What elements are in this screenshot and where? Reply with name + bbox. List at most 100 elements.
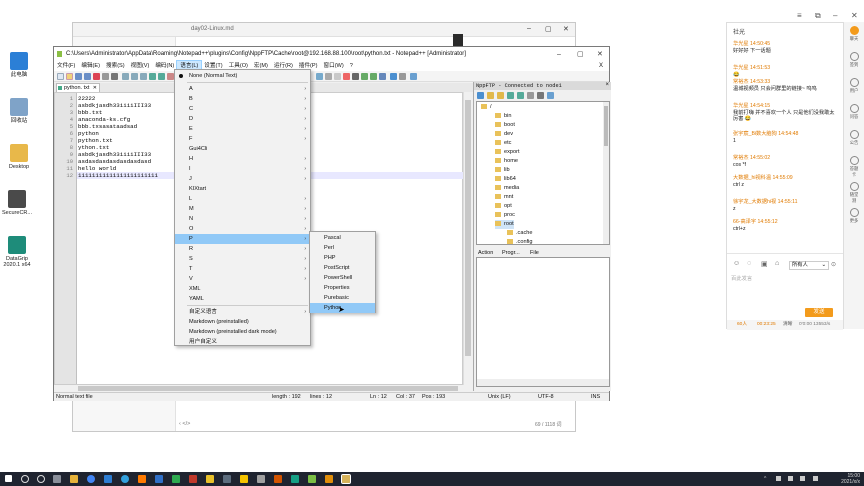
notepadpp-icon[interactable] bbox=[308, 475, 316, 483]
undo-icon[interactable] bbox=[149, 73, 156, 80]
p-submenu-item[interactable]: PowerShell bbox=[310, 273, 375, 283]
scroll-thumb[interactable] bbox=[78, 386, 458, 391]
datagrip-icon[interactable] bbox=[291, 475, 299, 483]
app-icon[interactable] bbox=[223, 475, 231, 483]
classroom-app-icon[interactable] bbox=[341, 474, 351, 484]
editor-horizontal-scrollbar[interactable] bbox=[54, 385, 473, 392]
maximize-icon[interactable]: ▢ bbox=[545, 25, 552, 33]
scroll-thumb[interactable] bbox=[604, 106, 608, 146]
language-menu-item[interactable]: XML bbox=[175, 284, 310, 294]
tree-item[interactable]: / bbox=[481, 103, 492, 112]
p-submenu-item[interactable]: PostScript bbox=[310, 263, 375, 273]
tree-item[interactable]: proc bbox=[495, 211, 515, 220]
tree-item[interactable]: boot bbox=[495, 121, 515, 130]
tree-item[interactable]: export bbox=[495, 148, 520, 157]
app-icon[interactable] bbox=[138, 475, 146, 483]
nppftp-toolbar-icon[interactable] bbox=[390, 73, 397, 80]
all-chars-icon[interactable] bbox=[325, 73, 332, 80]
tree-item[interactable]: .cache bbox=[507, 229, 532, 238]
queue-col-progress[interactable]: Progr... bbox=[502, 249, 520, 257]
language-menu-item[interactable]: H › bbox=[175, 154, 310, 164]
close-icon[interactable]: ✕ bbox=[563, 25, 569, 33]
menu-edit[interactable]: 编辑(E) bbox=[78, 61, 103, 71]
chrome-icon[interactable] bbox=[87, 475, 95, 483]
chat-input[interactable]: 百此发言 bbox=[731, 274, 839, 304]
language-menu-item[interactable]: Gui4Cli bbox=[175, 144, 310, 154]
queue-col-file[interactable]: File bbox=[530, 249, 539, 257]
copy-icon[interactable] bbox=[131, 73, 138, 80]
language-menu-item[interactable]: Markdown (preinstalled dark mode) bbox=[175, 327, 310, 337]
language-menu-item[interactable]: E › bbox=[175, 124, 310, 134]
more-options-icon[interactable]: ⊙ bbox=[831, 261, 836, 268]
menu-view[interactable]: 视图(V) bbox=[128, 61, 153, 71]
p-submenu-item[interactable]: PHP bbox=[310, 253, 375, 263]
language-menu-item[interactable]: J › bbox=[175, 174, 310, 184]
language-menu-item[interactable]: D › bbox=[175, 114, 310, 124]
speech-icon[interactable]: ◌ bbox=[747, 260, 751, 267]
language-menu-item[interactable]: 自定义语言 › bbox=[175, 307, 310, 317]
rail-item[interactable]: 公告 bbox=[848, 130, 860, 146]
wrap-icon[interactable] bbox=[316, 73, 323, 80]
language-menu-item[interactable]: 用户自定义 bbox=[175, 337, 310, 347]
maximize-icon[interactable]: ▢ bbox=[577, 48, 584, 62]
image-icon[interactable]: ▣ bbox=[761, 260, 768, 268]
play-macro-icon[interactable] bbox=[361, 73, 368, 80]
menu-help[interactable]: ? bbox=[347, 61, 356, 71]
file-explorer-icon[interactable] bbox=[70, 475, 78, 483]
app-icon[interactable] bbox=[172, 475, 180, 483]
save-icon[interactable] bbox=[75, 73, 82, 80]
language-menu-item[interactable]: N › bbox=[175, 214, 310, 224]
queue-scrollbar[interactable] bbox=[477, 379, 609, 386]
language-menu-item[interactable]: T › bbox=[175, 264, 310, 274]
app-icon[interactable] bbox=[274, 475, 282, 483]
tree-item[interactable]: mnt bbox=[495, 193, 513, 202]
settings-icon[interactable] bbox=[537, 92, 544, 99]
tree-scrollbar[interactable] bbox=[603, 102, 609, 244]
rail-item[interactable]: 更多 bbox=[848, 208, 860, 224]
queue-col-action[interactable]: Action bbox=[478, 249, 493, 257]
remote-file-tree[interactable]: / bin boot dev etc export home lib lib64 media mnt… bbox=[476, 101, 610, 245]
paste-icon[interactable] bbox=[140, 73, 147, 80]
task-view-icon[interactable] bbox=[53, 475, 61, 483]
tree-item[interactable]: .config bbox=[507, 238, 532, 244]
volume-icon[interactable] bbox=[788, 476, 793, 481]
run-macro-multiple-icon[interactable] bbox=[370, 73, 377, 80]
p-submenu-item[interactable]: Pascal bbox=[310, 233, 375, 243]
close-icon[interactable]: ✕ bbox=[597, 48, 603, 62]
language-menu-item[interactable]: KIXtart bbox=[175, 184, 310, 194]
menu-search[interactable]: 搜索(S) bbox=[103, 61, 128, 71]
tree-item[interactable]: root bbox=[495, 220, 514, 229]
tree-item[interactable]: media bbox=[495, 184, 519, 193]
message-window-icon[interactable] bbox=[547, 92, 554, 99]
close-icon[interactable]: ✕ bbox=[851, 11, 858, 20]
restore-icon[interactable]: ⧉ bbox=[815, 11, 821, 21]
tree-item[interactable]: bin bbox=[495, 112, 511, 121]
rail-item[interactable]: 答题卡 bbox=[848, 156, 860, 178]
doc-map-icon[interactable] bbox=[399, 73, 406, 80]
menu-icon[interactable]: ≡ bbox=[797, 11, 802, 20]
language-menu-item[interactable]: F › bbox=[175, 134, 310, 144]
find-icon[interactable] bbox=[167, 73, 174, 80]
language-menu-item[interactable]: V › bbox=[175, 274, 310, 284]
menu-file[interactable]: 文件(F) bbox=[54, 61, 78, 71]
language-menu-item[interactable]: L › bbox=[175, 194, 310, 204]
language-menu-item[interactable]: I › bbox=[175, 164, 310, 174]
cortana-icon[interactable] bbox=[37, 475, 45, 483]
stop-macro-icon[interactable] bbox=[352, 73, 359, 80]
desktop-icon-securecrt[interactable]: SecureCR... bbox=[0, 190, 34, 216]
audience-select[interactable]: 所有人 ⌄ bbox=[789, 261, 829, 270]
tab-close-icon[interactable]: ✕ bbox=[93, 84, 97, 92]
cut-icon[interactable] bbox=[122, 73, 129, 80]
tree-item[interactable]: lib64 bbox=[495, 175, 516, 184]
app-icon[interactable] bbox=[257, 475, 265, 483]
edge-icon[interactable] bbox=[121, 475, 129, 483]
rail-item[interactable]: 用户 bbox=[848, 78, 860, 94]
indent-guide-icon[interactable] bbox=[334, 73, 341, 80]
close-all-icon[interactable] bbox=[102, 73, 109, 80]
send-button[interactable]: 发送 bbox=[805, 308, 833, 317]
minimize-icon[interactable]: – bbox=[557, 48, 561, 62]
p-submenu-item[interactable]: Properties bbox=[310, 283, 375, 293]
p-submenu-item[interactable]: Perl bbox=[310, 243, 375, 253]
new-file-icon[interactable] bbox=[57, 73, 64, 80]
connect-icon[interactable] bbox=[477, 92, 484, 99]
